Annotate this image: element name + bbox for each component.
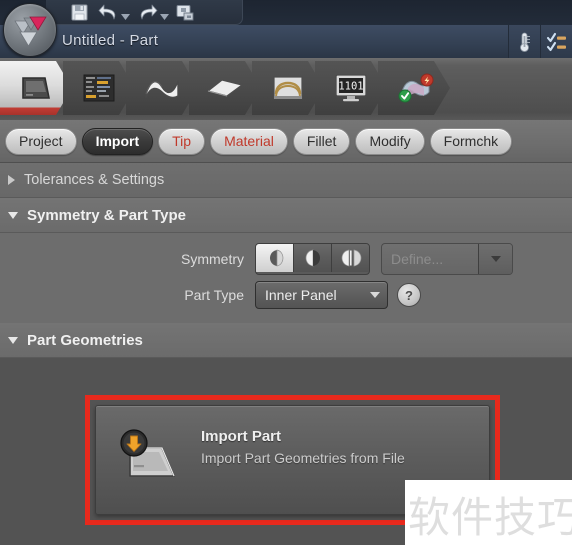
watermark-overlay: 软件技巧	[405, 480, 572, 545]
save-icon[interactable]	[70, 3, 89, 27]
watermark-text: 软件技巧	[408, 493, 572, 542]
ribbon-item-sheet[interactable]	[189, 61, 261, 115]
ribbon-item-die[interactable]	[252, 61, 324, 115]
ribbon-item-process[interactable]	[63, 61, 135, 115]
blank-surface-icon	[142, 73, 182, 103]
section-header-part-geometries[interactable]: Part Geometries	[0, 323, 572, 358]
define-dropdown-arrow[interactable]	[478, 244, 512, 274]
tab-material[interactable]: Material	[210, 127, 288, 155]
symmetry-label: Symmetry	[181, 251, 244, 267]
sheet-plane-icon	[205, 74, 245, 102]
section-header-symmetry[interactable]: Symmetry & Part Type	[0, 198, 572, 233]
ribbon-item-blank[interactable]	[126, 61, 198, 115]
section-title-tolerances: Tolerances & Settings	[24, 172, 165, 188]
ribbon-chevron-row: 1101	[0, 61, 572, 117]
part-type-label: Part Type	[184, 287, 244, 303]
part-type-dropdown[interactable]: Inner Panel	[255, 281, 388, 309]
part-type-help-button[interactable]: ?	[397, 283, 421, 307]
chevron-down-icon	[8, 211, 18, 219]
tab-tip[interactable]: Tip	[158, 127, 206, 155]
title-bar: Untitled - Part	[0, 0, 572, 59]
part-panel-icon	[16, 72, 56, 104]
title-bar-right-buttons	[508, 25, 572, 58]
checklist-icon[interactable]	[540, 25, 572, 58]
tab-project[interactable]: Project	[5, 127, 77, 155]
define-button-label: Define...	[391, 251, 444, 267]
process-tree-icon	[81, 72, 117, 104]
define-button[interactable]: Define...	[381, 243, 513, 275]
thermometer-icon[interactable]	[508, 25, 540, 58]
part-type-value: Inner Panel	[265, 287, 337, 303]
symmetry-row: Symmetry Define...	[0, 241, 572, 277]
chevron-down-icon	[8, 336, 18, 344]
import-part-card-title: Import Part	[201, 428, 282, 445]
chevron-down-icon	[490, 256, 501, 262]
symmetry-option-group	[255, 243, 370, 275]
section-header-tolerances[interactable]: Tolerances & Settings	[0, 163, 572, 198]
validate-flag-icon	[394, 72, 434, 104]
section-title-symmetry: Symmetry & Part Type	[27, 206, 186, 224]
window-title: Untitled - Part	[62, 32, 159, 49]
chevron-down-icon	[363, 292, 387, 298]
symmetry-none-icon[interactable]	[256, 244, 294, 272]
svg-text:1101: 1101	[338, 81, 363, 93]
ribbon-toolbar: 1101	[0, 58, 572, 121]
die-tool-icon	[270, 73, 306, 103]
caret	[370, 292, 380, 298]
tab-import[interactable]: Import	[81, 127, 154, 155]
symmetry-form: Symmetry Define... Part Type Inner Panel…	[0, 233, 572, 323]
tab-bar: Project Import Tip Material Fillet Modif…	[0, 120, 572, 163]
tab-formchk[interactable]: Formchk	[429, 127, 513, 155]
section-title-part-geometries: Part Geometries	[27, 331, 143, 349]
chevron-right-icon	[8, 175, 15, 185]
application-window: Untitled - Part 1101 Project Import Tip …	[0, 0, 572, 545]
part-type-row: Part Type Inner Panel ?	[0, 277, 572, 313]
tab-modify[interactable]: Modify	[355, 127, 425, 155]
symmetry-left-icon[interactable]	[294, 244, 332, 272]
ribbon-item-part[interactable]	[0, 61, 72, 115]
tab-fillet[interactable]: Fillet	[292, 127, 351, 155]
undo-dropdown-icon[interactable]	[121, 8, 130, 26]
monitor-1101-icon: 1101	[332, 72, 370, 104]
import-part-card-subtitle: Import Part Geometries from File	[201, 450, 405, 466]
ribbon-item-validate[interactable]	[378, 61, 450, 115]
symmetry-right-icon[interactable]	[332, 244, 369, 272]
quick-access-toolbar	[46, 0, 243, 25]
ribbon-item-output[interactable]: 1101	[315, 61, 387, 115]
redo-dropdown-icon[interactable]	[160, 8, 169, 26]
triangles-logo-icon	[14, 16, 47, 47]
app-logo-button[interactable]	[3, 3, 57, 57]
import-part-icon	[112, 424, 194, 501]
